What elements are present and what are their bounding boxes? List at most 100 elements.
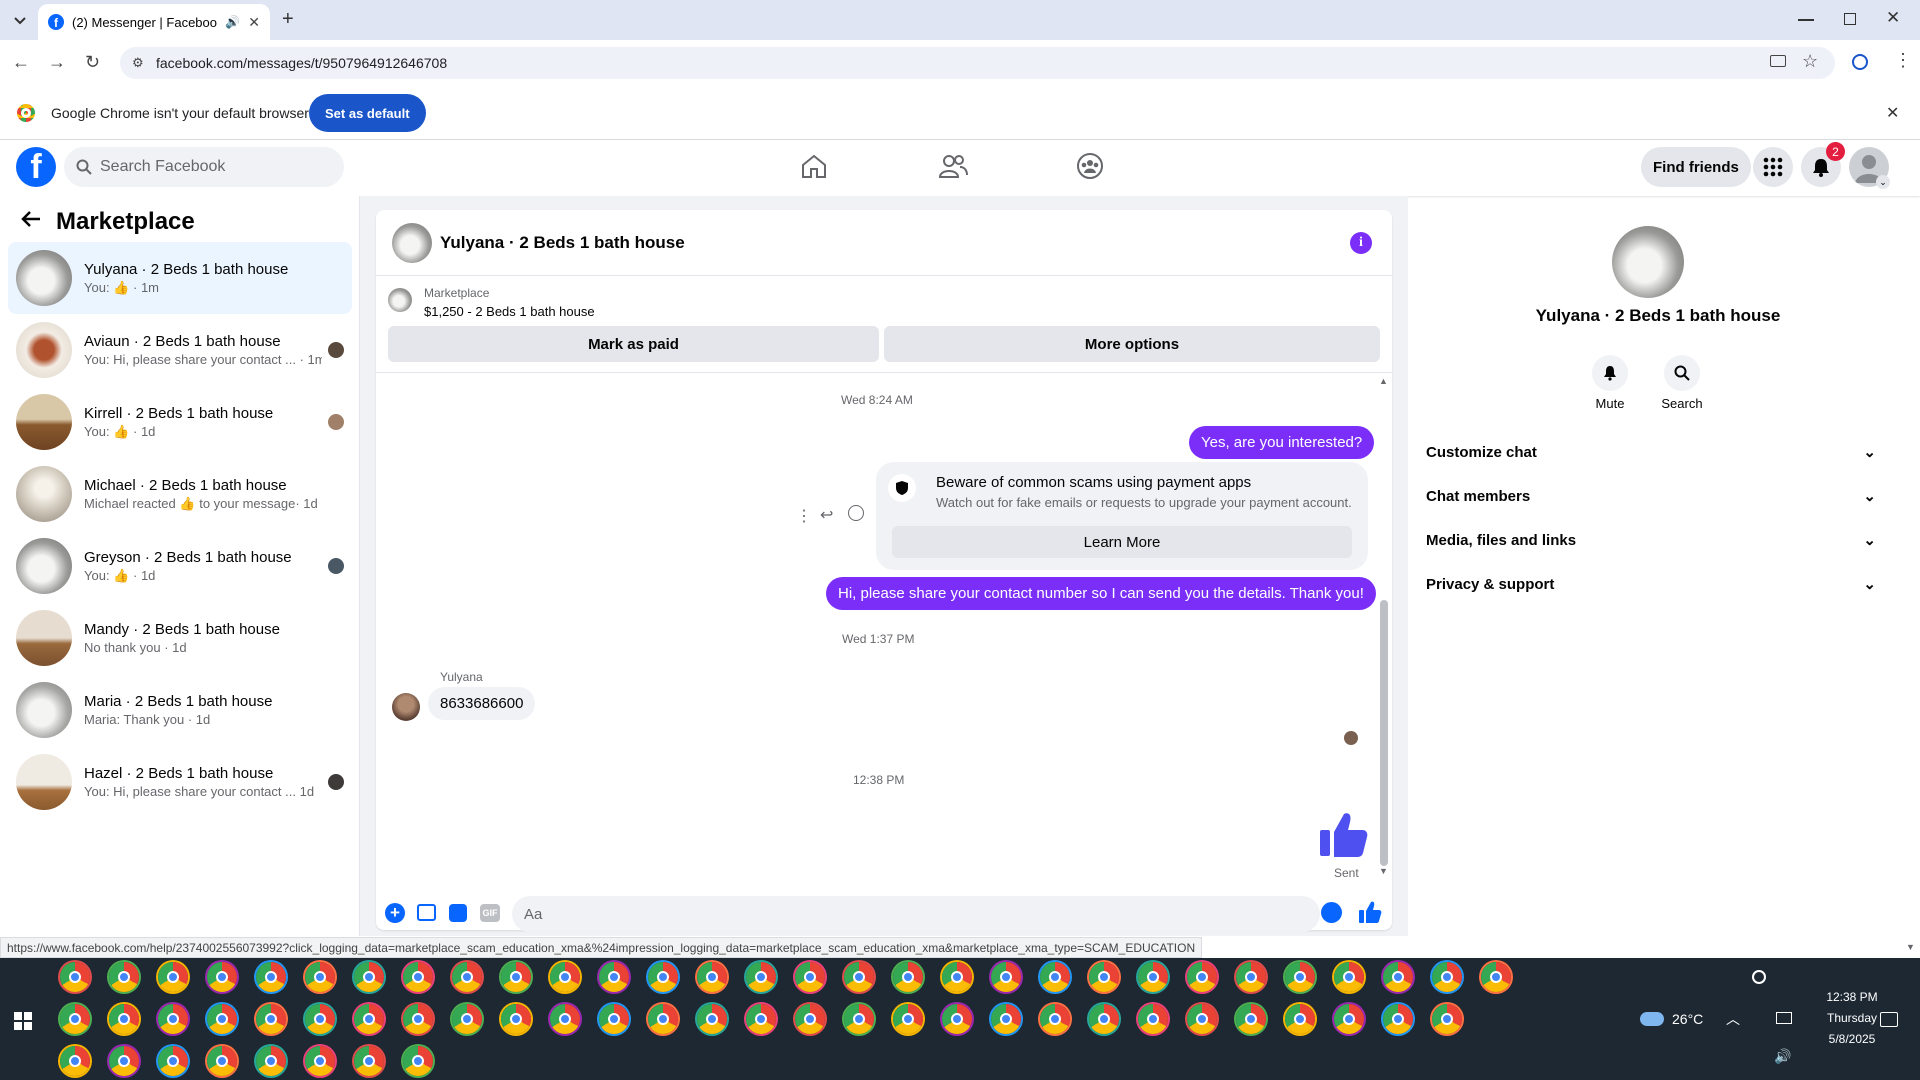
taskbar-browser-icon[interactable]: [746, 1004, 776, 1034]
sticker-icon[interactable]: [449, 904, 467, 922]
start-button-icon[interactable]: [14, 1012, 32, 1030]
message-input[interactable]: Aa: [512, 896, 1320, 932]
conversation-item[interactable]: Aviaun · 2 Beds 1 bath house You: Hi, pl…: [8, 314, 352, 386]
taskbar-browser-icon[interactable]: [403, 962, 433, 992]
photo-icon[interactable]: [417, 904, 436, 921]
taskbar-browser-icon[interactable]: [893, 962, 923, 992]
scroll-up-icon[interactable]: ▲: [1379, 376, 1388, 386]
record-icon[interactable]: [1752, 970, 1766, 984]
conversation-item[interactable]: Kirrell · 2 Beds 1 bath house You: 👍 · 1…: [8, 386, 352, 458]
chat-title[interactable]: Yulyana · 2 Beds 1 bath house: [440, 233, 685, 253]
close-window-button[interactable]: ✕: [1886, 8, 1900, 28]
taskbar-browser-icon[interactable]: [1481, 962, 1511, 992]
taskbar-browser-icon[interactable]: [158, 962, 188, 992]
weather-icon[interactable]: [1640, 1012, 1664, 1026]
account-chevron-icon[interactable]: ⌄: [1876, 175, 1890, 189]
taskbar-browser-icon[interactable]: [452, 1004, 482, 1034]
taskbar-browser-icon[interactable]: [1432, 962, 1462, 992]
taskbar-browser-icon[interactable]: [60, 1046, 90, 1076]
taskbar-browser-icon[interactable]: [795, 1004, 825, 1034]
network-icon[interactable]: [1776, 1012, 1792, 1024]
conversation-item[interactable]: Hazel · 2 Beds 1 bath house You: Hi, ple…: [8, 746, 352, 818]
taskbar-browser-icon[interactable]: [403, 1046, 433, 1076]
gif-icon[interactable]: GIF: [480, 904, 500, 922]
site-info-icon[interactable]: ⚙: [132, 55, 144, 71]
emoji-icon[interactable]: [1321, 902, 1342, 923]
conversation-item[interactable]: Maria · 2 Beds 1 bath house Maria: Thank…: [8, 674, 352, 746]
close-tab-icon[interactable]: ✕: [248, 14, 260, 31]
taskbar-browser-icon[interactable]: [1187, 1004, 1217, 1034]
incoming-message[interactable]: 8633686600: [428, 687, 536, 720]
speaker-icon[interactable]: 🔊: [225, 15, 240, 29]
taskbar-browser-icon[interactable]: [256, 1046, 286, 1076]
taskbar-browser-icon[interactable]: [60, 962, 90, 992]
taskbar-browser-icon[interactable]: [942, 962, 972, 992]
taskbar-browser-icon[interactable]: [1040, 962, 1070, 992]
install-app-icon[interactable]: [1770, 55, 1786, 67]
sender-avatar[interactable]: [392, 693, 420, 721]
taskbar-browser-icon[interactable]: [403, 1004, 433, 1034]
mark-as-paid-button[interactable]: Mark as paid: [388, 326, 879, 362]
taskbar-browser-icon[interactable]: [1187, 962, 1217, 992]
taskbar-browser-icon[interactable]: [1334, 962, 1364, 992]
taskbar-browser-icon[interactable]: [648, 962, 678, 992]
media-files-links-row[interactable]: Media, files and links ⌄: [1424, 518, 1884, 562]
taskbar-browser-icon[interactable]: [795, 962, 825, 992]
taskbar-browser-icon[interactable]: [1383, 1004, 1413, 1034]
taskbar-browser-icon[interactable]: [207, 962, 237, 992]
taskbar-browser-icon[interactable]: [1334, 1004, 1364, 1034]
home-nav-icon[interactable]: [800, 153, 828, 179]
conversation-item[interactable]: Yulyana · 2 Beds 1 bath house You: 👍 · 1…: [8, 242, 352, 314]
chat-avatar[interactable]: [392, 222, 432, 263]
taskbar-browser-icon[interactable]: [501, 962, 531, 992]
taskbar-browser-icon[interactable]: [354, 1046, 384, 1076]
restore-button[interactable]: [1844, 13, 1856, 25]
chrome-menu-icon[interactable]: ⋮: [1894, 50, 1912, 71]
taskbar-browser-icon[interactable]: [1236, 962, 1266, 992]
weather-temperature[interactable]: 26°C: [1672, 1011, 1703, 1027]
back-button[interactable]: ←: [12, 52, 30, 73]
taskbar-browser-icon[interactable]: [1138, 962, 1168, 992]
back-arrow-icon[interactable]: [20, 208, 42, 230]
message-more-icon[interactable]: ⋮: [796, 506, 812, 526]
taskbar-browser-icon[interactable]: [256, 1004, 286, 1034]
page-scroll-down-icon[interactable]: ▼: [1906, 942, 1915, 952]
taskbar-browser-icon[interactable]: [109, 1004, 139, 1034]
taskbar-browser-icon[interactable]: [207, 1046, 237, 1076]
taskbar-browser-icon[interactable]: [1383, 962, 1413, 992]
taskbar-browser-icon[interactable]: [893, 1004, 923, 1034]
clock-time[interactable]: 12:38 PM: [1812, 990, 1892, 1004]
search-in-chat-button[interactable]: [1664, 355, 1700, 391]
set-as-default-button[interactable]: Set as default: [309, 94, 426, 132]
taskbar-browser-icon[interactable]: [60, 1004, 90, 1034]
new-tab-button[interactable]: +: [282, 8, 294, 31]
customize-chat-row[interactable]: Customize chat ⌄: [1424, 430, 1884, 474]
taskbar-browser-icon[interactable]: [1432, 1004, 1462, 1034]
bookmark-star-icon[interactable]: ☆: [1802, 51, 1818, 72]
conversation-item[interactable]: Greyson · 2 Beds 1 bath house You: 👍 · 1…: [8, 530, 352, 602]
taskbar-browser-icon[interactable]: [697, 962, 727, 992]
taskbar-browser-icon[interactable]: [452, 962, 482, 992]
taskbar-browser-icon[interactable]: [1236, 1004, 1266, 1034]
taskbar-browser-icon[interactable]: [305, 1004, 335, 1034]
taskbar-browser-icon[interactable]: [109, 1046, 139, 1076]
taskbar-browser-icon[interactable]: [158, 1046, 188, 1076]
taskbar-browser-icon[interactable]: [1089, 1004, 1119, 1034]
taskbar-browser-icon[interactable]: [1040, 1004, 1070, 1034]
sent-thumbs-up-icon[interactable]: [1318, 808, 1370, 860]
taskbar-browser-icon[interactable]: [354, 1004, 384, 1034]
conversation-item[interactable]: Michael · 2 Beds 1 bath house Michael re…: [8, 458, 352, 530]
taskbar-browser-icon[interactable]: [256, 962, 286, 992]
more-options-button[interactable]: More options: [884, 326, 1380, 362]
taskbar-browser-icon[interactable]: [501, 1004, 531, 1034]
find-friends-button[interactable]: Find friends: [1641, 147, 1751, 187]
clock-date[interactable]: 5/8/2025: [1812, 1032, 1892, 1046]
infobar-close-icon[interactable]: ✕: [1886, 103, 1899, 123]
scrollbar-thumb[interactable]: [1380, 600, 1388, 866]
browser-tab[interactable]: f (2) Messenger | Facebook 🔊 ✕: [38, 4, 270, 40]
taskbar-browser-icon[interactable]: [1285, 962, 1315, 992]
taskbar-browser-icon[interactable]: [109, 962, 139, 992]
listing-details[interactable]: $1,250 - 2 Beds 1 bath house: [424, 304, 595, 319]
conversation-info-icon[interactable]: i: [1350, 232, 1372, 254]
notification-center-icon[interactable]: [1880, 1012, 1898, 1027]
